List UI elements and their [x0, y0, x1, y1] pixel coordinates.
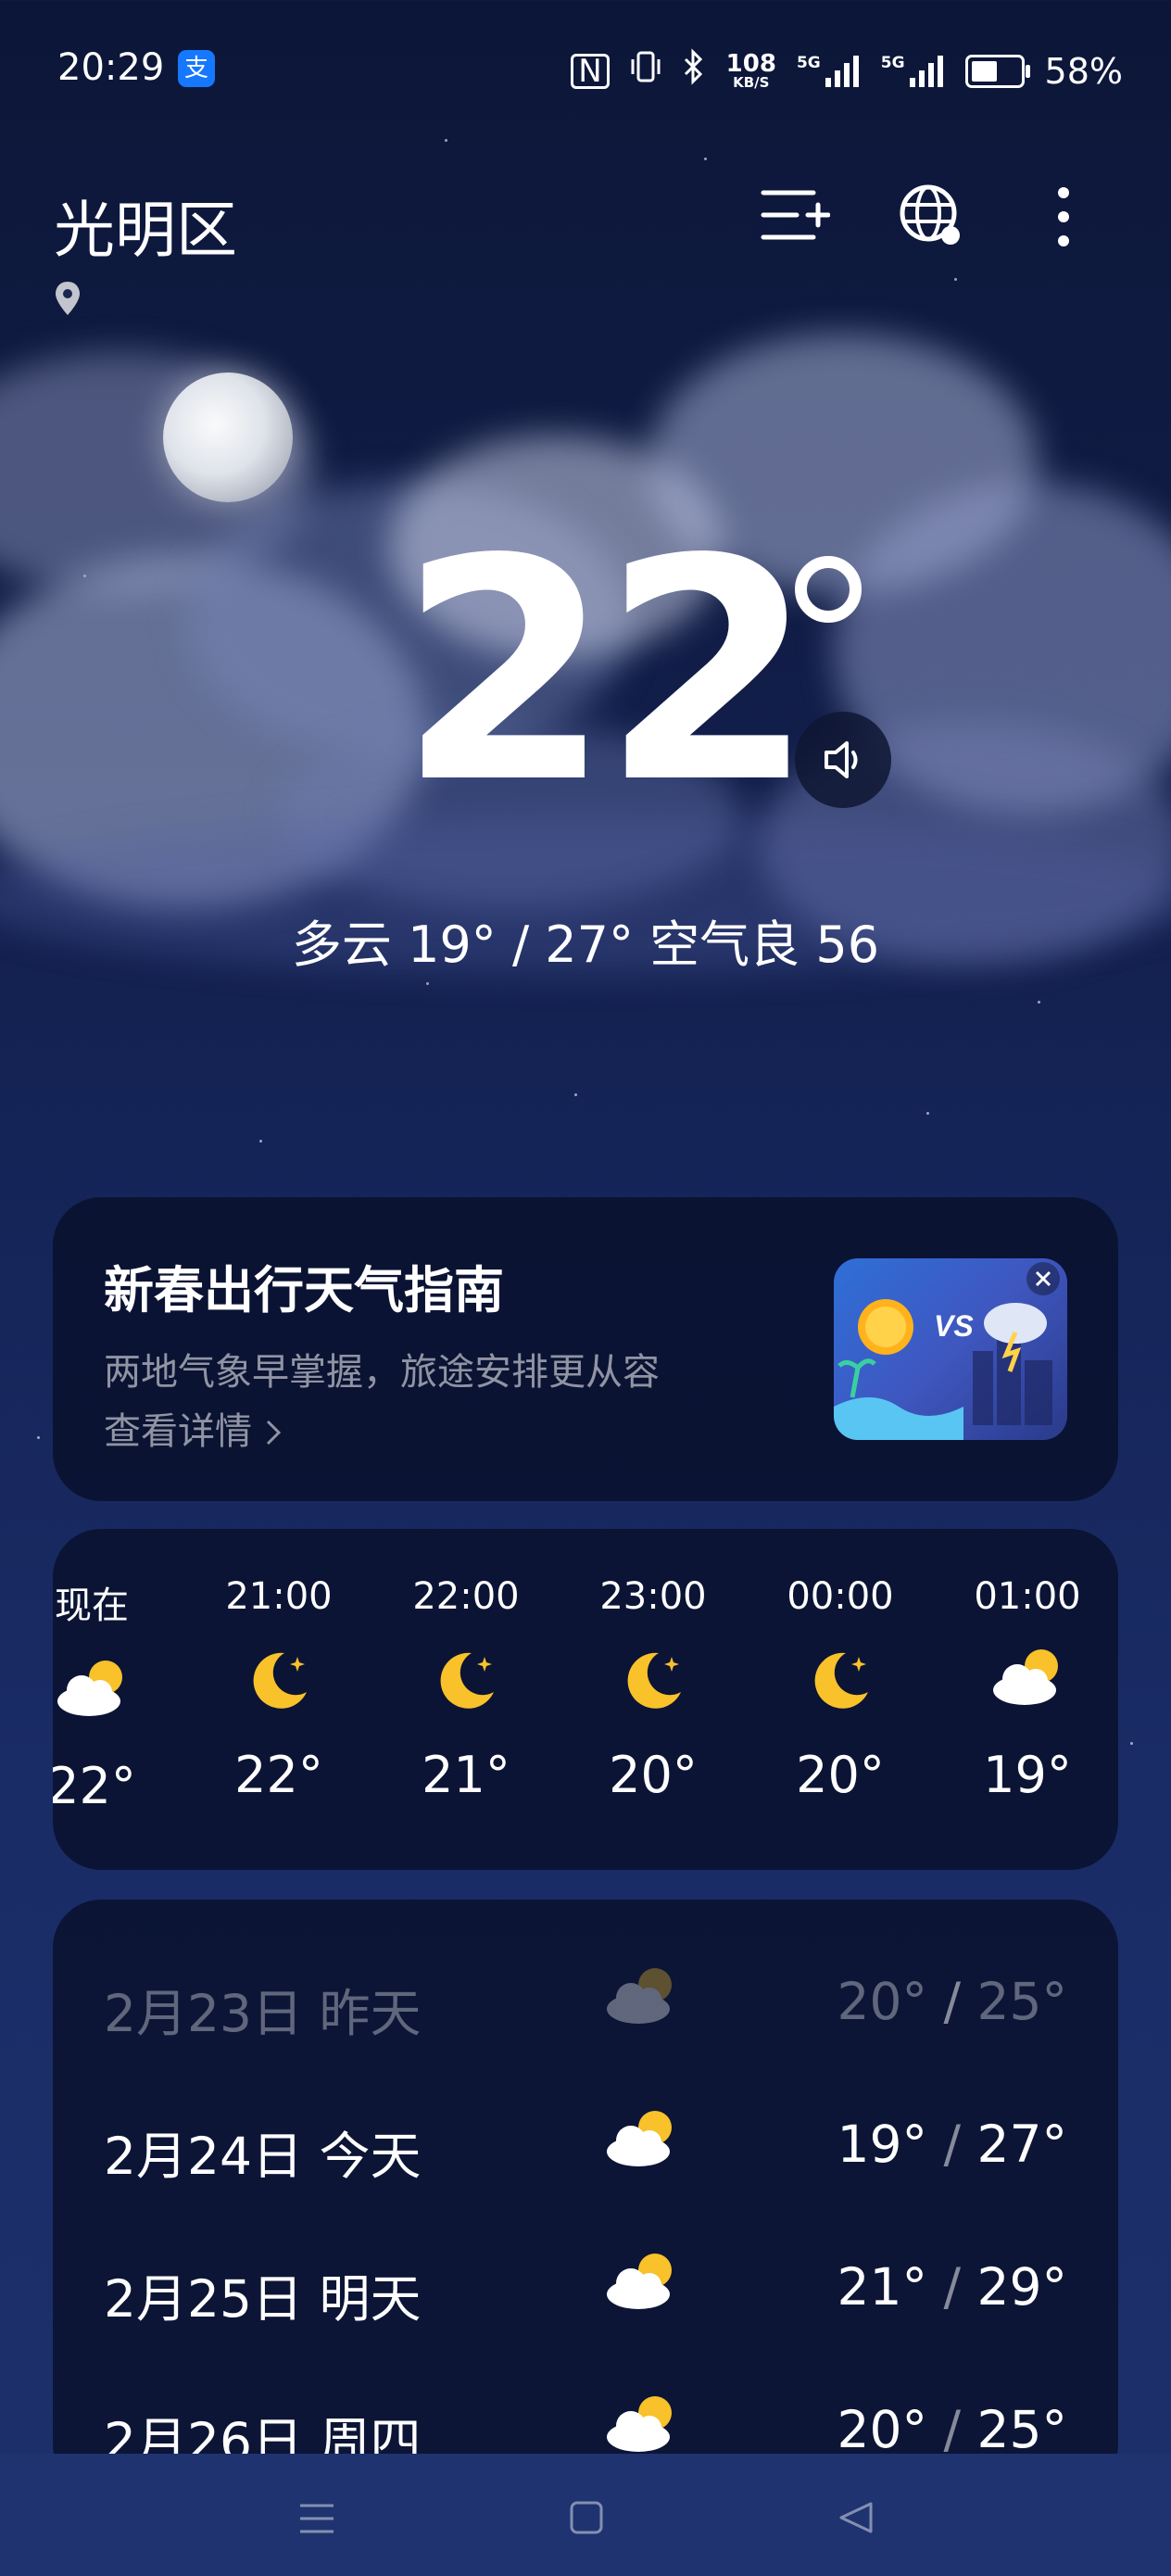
network-speed: 108 KB/S [725, 50, 776, 91]
globe-icon[interactable] [897, 182, 967, 256]
daily-row[interactable]: 2月23日 昨天 20° / 25° [104, 1953, 1067, 2046]
daily-date: 2月24日 今天 [104, 2127, 422, 2186]
add-city-icon[interactable] [760, 185, 831, 248]
degree-symbol [795, 556, 862, 623]
daily-temp-range: 19° / 27° [837, 2115, 1068, 2174]
moon-icon [186, 1644, 371, 1727]
hourly-time: 00:00 [787, 1575, 894, 1618]
close-icon [1035, 1270, 1051, 1287]
daily-temp-range: 20° / 25° [837, 1972, 1068, 2031]
hourly-time: 23:00 [599, 1575, 707, 1618]
hourly-time: 现在 [55, 1585, 129, 1627]
hourly-item: 现在 22° [53, 1575, 184, 1815]
hourly-item: 00:00 20° [748, 1575, 933, 1804]
menu-icon[interactable] [298, 2502, 335, 2535]
hourly-temp: 22° [234, 1746, 323, 1804]
hourly-item: 01:00 19° [935, 1575, 1118, 1804]
speaker-icon [825, 741, 858, 778]
moon-image [163, 373, 293, 502]
hourly-temp: 19° [983, 1746, 1072, 1804]
alipay-badge-icon: 支 [178, 50, 215, 87]
battery-icon [964, 54, 1030, 88]
daily-temp-range: 21° / 29° [837, 2257, 1068, 2317]
hourly-temp: 22° [53, 1757, 136, 1815]
more-icon[interactable] [1052, 183, 1075, 254]
bluetooth-icon [682, 48, 706, 94]
signal-2-icon: 5G [881, 54, 945, 89]
chevron-right-icon [266, 1420, 281, 1446]
hourly-item: 21:00 22° [186, 1575, 371, 1804]
navigation-bar [0, 2454, 1171, 2576]
home-icon[interactable] [569, 2500, 604, 2535]
current-temperature: 22 [398, 494, 814, 850]
daily-row[interactable]: 2月25日 明天 21° / 29° [104, 2239, 1067, 2331]
daily-temp-range: 20° / 25° [837, 2400, 1068, 2459]
daily-date: 2月23日 昨天 [104, 1984, 422, 2043]
hourly-forecast-card[interactable]: 现在 22° 21:00 22° 22:00 21° 23:00 20° 00:… [53, 1529, 1118, 1870]
moon-icon [560, 1644, 746, 1727]
cloudy-day-icon [599, 2248, 683, 2325]
hourly-time: 22:00 [412, 1575, 520, 1618]
hourly-item: 23:00 20° [560, 1575, 746, 1804]
moon-icon [373, 1644, 559, 1727]
promo-link[interactable]: 查看详情 [104, 1401, 283, 1455]
daily-row[interactable]: 2月24日 今天 19° / 27° [104, 2096, 1067, 2189]
speaker-button[interactable] [795, 712, 891, 808]
daily-date: 2月25日 明天 [104, 2269, 422, 2329]
weather-summary: 多云 19° / 27° 空气良 56 [291, 915, 880, 974]
city-name[interactable]: 光明区 [54, 181, 237, 270]
hourly-temp: 20° [609, 1746, 698, 1804]
cloudy-night-icon [935, 1644, 1118, 1727]
promo-title: 新春出行天气指南 [104, 1261, 504, 1320]
cloudy-night-icon [53, 1655, 184, 1738]
status-icons: N 108 KB/S 5G 5G 58% [571, 48, 1123, 94]
hourly-time: 01:00 [974, 1575, 1081, 1618]
location-pin-icon [54, 280, 82, 321]
moon-icon [748, 1644, 933, 1727]
cloudy-day-icon [599, 2105, 683, 2182]
promo-close-button[interactable] [1026, 1262, 1060, 1295]
status-time: 20:29 [57, 46, 165, 89]
hourly-item: 22:00 21° [373, 1575, 559, 1804]
hourly-time: 21:00 [225, 1575, 333, 1618]
signal-1-icon: 5G [797, 54, 861, 89]
hourly-temp: 20° [796, 1746, 885, 1804]
cloudy-day-icon [599, 1963, 683, 2039]
svg-text:VS: VS [934, 1309, 974, 1343]
hourly-temp: 21° [422, 1746, 510, 1804]
back-icon[interactable] [837, 2500, 875, 2535]
vibrate-icon [630, 50, 661, 92]
battery-percent: 58% [1044, 50, 1123, 92]
promo-subtitle: 两地气象早掌握，旅途安排更从容 [104, 1351, 660, 1394]
nfc-icon: N [571, 53, 610, 89]
